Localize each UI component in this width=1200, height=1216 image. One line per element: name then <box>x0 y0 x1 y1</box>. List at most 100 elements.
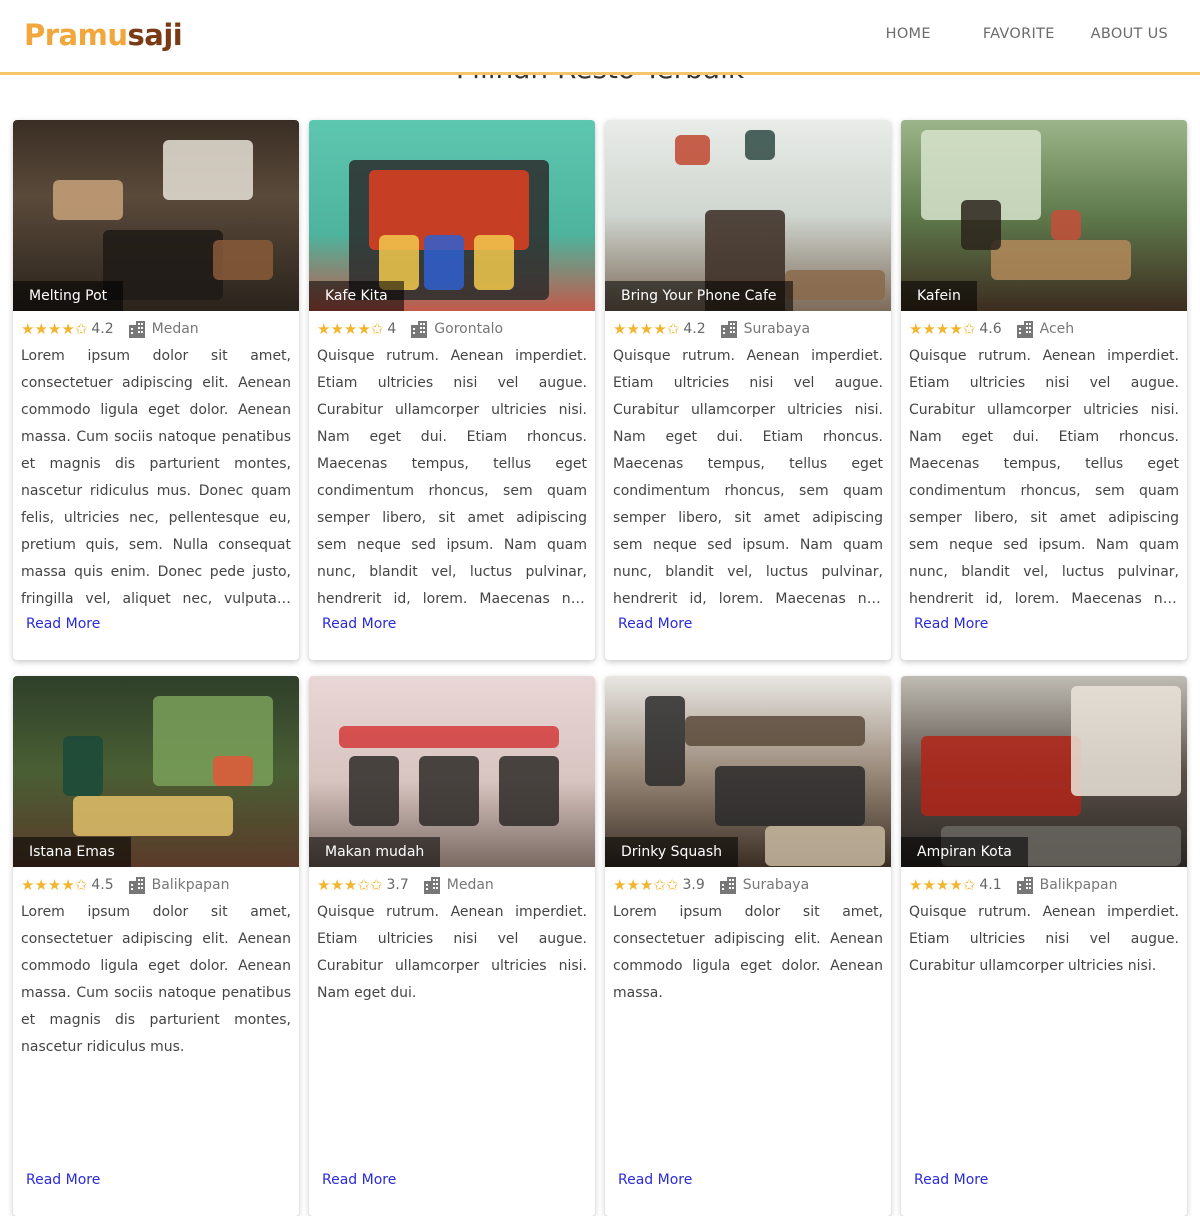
restaurant-image: Melting Pot <box>13 120 299 311</box>
restaurant-card[interactable]: Kafe Kita ★★★★✩ 4 Gorontalo Quisque rutrum. … <box>309 120 595 660</box>
city-building-icon <box>410 320 428 338</box>
rating-value: 4 <box>387 321 397 337</box>
city-building-icon <box>128 320 146 338</box>
brand-logo[interactable]: Pramusaji <box>24 18 183 52</box>
image-shape <box>765 826 885 866</box>
city-building-icon <box>1016 876 1034 894</box>
image-shape <box>961 200 1001 250</box>
restaurant-name: Makan mudah <box>309 837 441 867</box>
city-building-icon <box>423 876 441 894</box>
read-more-link[interactable]: Read More <box>26 1172 100 1188</box>
restaurant-description: Quisque rutrum. Aenean imperdiet. Etiam … <box>317 348 587 607</box>
rating-value: 4.5 <box>91 877 114 893</box>
city-name: Medan <box>446 877 494 893</box>
image-shape <box>163 140 253 200</box>
restaurant-name: Kafein <box>901 281 977 311</box>
star-rating-icons: ★★★★✩ <box>613 320 680 338</box>
image-shape <box>424 235 464 290</box>
rating-value: 4.6 <box>979 321 1002 337</box>
restaurant-image: Istana Emas <box>13 676 299 867</box>
restaurant-card[interactable]: Drinky Squash ★★★✩✩ 3.9 Surabaya Lorem ipsum… <box>605 676 891 1216</box>
restaurant-meta: ★★★★✩ 4.6 Aceh <box>901 311 1187 339</box>
restaurant-description: Quisque rutrum. Aenean imperdiet. Etiam … <box>613 348 883 607</box>
image-shape <box>645 696 685 786</box>
restaurant-image: Ampiran Kota <box>901 676 1187 867</box>
restaurant-description: Quisque rutrum. Aenean imperdiet. Etiam … <box>909 348 1179 607</box>
nav-home-link[interactable]: HOME <box>886 26 931 42</box>
read-more-link[interactable]: Read More <box>618 1172 692 1188</box>
restaurant-meta: ★★★★✩ 4.2 Medan <box>13 311 299 339</box>
image-shape <box>73 796 233 836</box>
restaurant-card[interactable]: Ampiran Kota ★★★★✩ 4.1 Balikpapan Quisque ru… <box>901 676 1187 1216</box>
image-shape <box>213 240 273 280</box>
nav-favorite-link[interactable]: FAVORITE <box>983 26 1055 42</box>
read-more-link[interactable]: Read More <box>618 616 692 632</box>
image-shape <box>745 130 775 160</box>
rating-value: 4.2 <box>683 321 706 337</box>
image-shape <box>675 135 710 165</box>
city-building-icon <box>720 320 738 338</box>
city-name: Aceh <box>1039 321 1075 337</box>
restaurant-image: Drinky Squash <box>605 676 891 867</box>
restaurant-description: Lorem ipsum dolor sit amet, consectetuer… <box>613 904 883 1001</box>
restaurant-card[interactable]: Makan mudah ★★★✩✩ 3.7 Medan Quisque rutrum. … <box>309 676 595 1216</box>
image-shape <box>419 756 479 826</box>
star-rating-icons: ★★★✩✩ <box>613 876 679 894</box>
nav-about-link[interactable]: ABOUT US <box>1091 26 1168 42</box>
restaurant-meta: ★★★★✩ 4.2 Surabaya <box>605 311 891 339</box>
city-name: Balikpapan <box>151 877 230 893</box>
city-name: Balikpapan <box>1039 877 1118 893</box>
restaurant-name: Melting Pot <box>13 281 124 311</box>
image-shape <box>1071 686 1181 796</box>
restaurant-image: Kafein <box>901 120 1187 311</box>
restaurant-card[interactable]: Melting Pot ★★★★✩ 4.2 Medan Lorem ipsum dolo… <box>13 120 299 660</box>
restaurant-card[interactable]: Bring Your Phone Cafe ★★★★✩ 4.2 Surabaya Qui… <box>605 120 891 660</box>
restaurant-name: Istana Emas <box>13 837 131 867</box>
restaurant-name: Bring Your Phone Cafe <box>605 281 793 311</box>
image-shape <box>339 726 559 748</box>
restaurant-meta: ★★★★✩ 4 Gorontalo <box>309 311 595 339</box>
brand-logo-part1: Pramu <box>24 18 128 52</box>
read-more-link[interactable]: Read More <box>26 616 100 632</box>
restaurant-name: Ampiran Kota <box>901 837 1028 867</box>
image-shape <box>715 766 865 826</box>
star-rating-icons: ★★★★✩ <box>909 320 976 338</box>
rating-value: 4.2 <box>91 321 114 337</box>
read-more-link[interactable]: Read More <box>322 616 396 632</box>
city-building-icon <box>128 876 146 894</box>
rating-value: 3.7 <box>386 877 409 893</box>
nav-links: HOME FAVORITE ABOUT US <box>886 26 1168 42</box>
star-rating-icons: ★★★★✩ <box>909 876 976 894</box>
restaurant-meta: ★★★✩✩ 3.9 Surabaya <box>605 867 891 895</box>
restaurant-name: Drinky Squash <box>605 837 739 867</box>
image-shape <box>921 736 1081 816</box>
rating-value: 3.9 <box>682 877 705 893</box>
restaurant-description: Quisque rutrum. Aenean imperdiet. Etiam … <box>317 904 587 1001</box>
image-shape <box>349 756 399 826</box>
read-more-link[interactable]: Read More <box>914 616 988 632</box>
restaurant-image: Bring Your Phone Cafe <box>605 120 891 311</box>
restaurant-card[interactable]: Istana Emas ★★★★✩ 4.5 Balikpapan Lorem ipsum… <box>13 676 299 1216</box>
restaurant-image: Makan mudah <box>309 676 595 867</box>
image-shape <box>213 756 253 786</box>
navbar: Pramusaji HOME FAVORITE ABOUT US <box>0 0 1200 75</box>
city-building-icon <box>719 876 737 894</box>
restaurant-meta: ★★★★✩ 4.1 Balikpapan <box>901 867 1187 895</box>
city-building-icon <box>1016 320 1034 338</box>
brand-logo-part2: saji <box>127 18 183 52</box>
image-shape <box>63 736 103 796</box>
read-more-link[interactable]: Read More <box>322 1172 396 1188</box>
star-rating-icons: ★★★★✩ <box>21 320 88 338</box>
image-shape <box>1051 210 1081 240</box>
star-rating-icons: ★★★✩✩ <box>317 876 383 894</box>
image-shape <box>499 756 559 826</box>
restaurant-card[interactable]: Kafein ★★★★✩ 4.6 Aceh Quisque rutrum. Aenean… <box>901 120 1187 660</box>
restaurant-meta: ★★★✩✩ 3.7 Medan <box>309 867 595 895</box>
restaurant-description: Quisque rutrum. Aenean imperdiet. Etiam … <box>909 904 1179 974</box>
image-shape <box>991 240 1131 280</box>
image-shape <box>685 716 865 746</box>
image-shape <box>785 270 885 300</box>
read-more-link[interactable]: Read More <box>914 1172 988 1188</box>
star-rating-icons: ★★★★✩ <box>317 320 384 338</box>
rating-value: 4.1 <box>979 877 1002 893</box>
